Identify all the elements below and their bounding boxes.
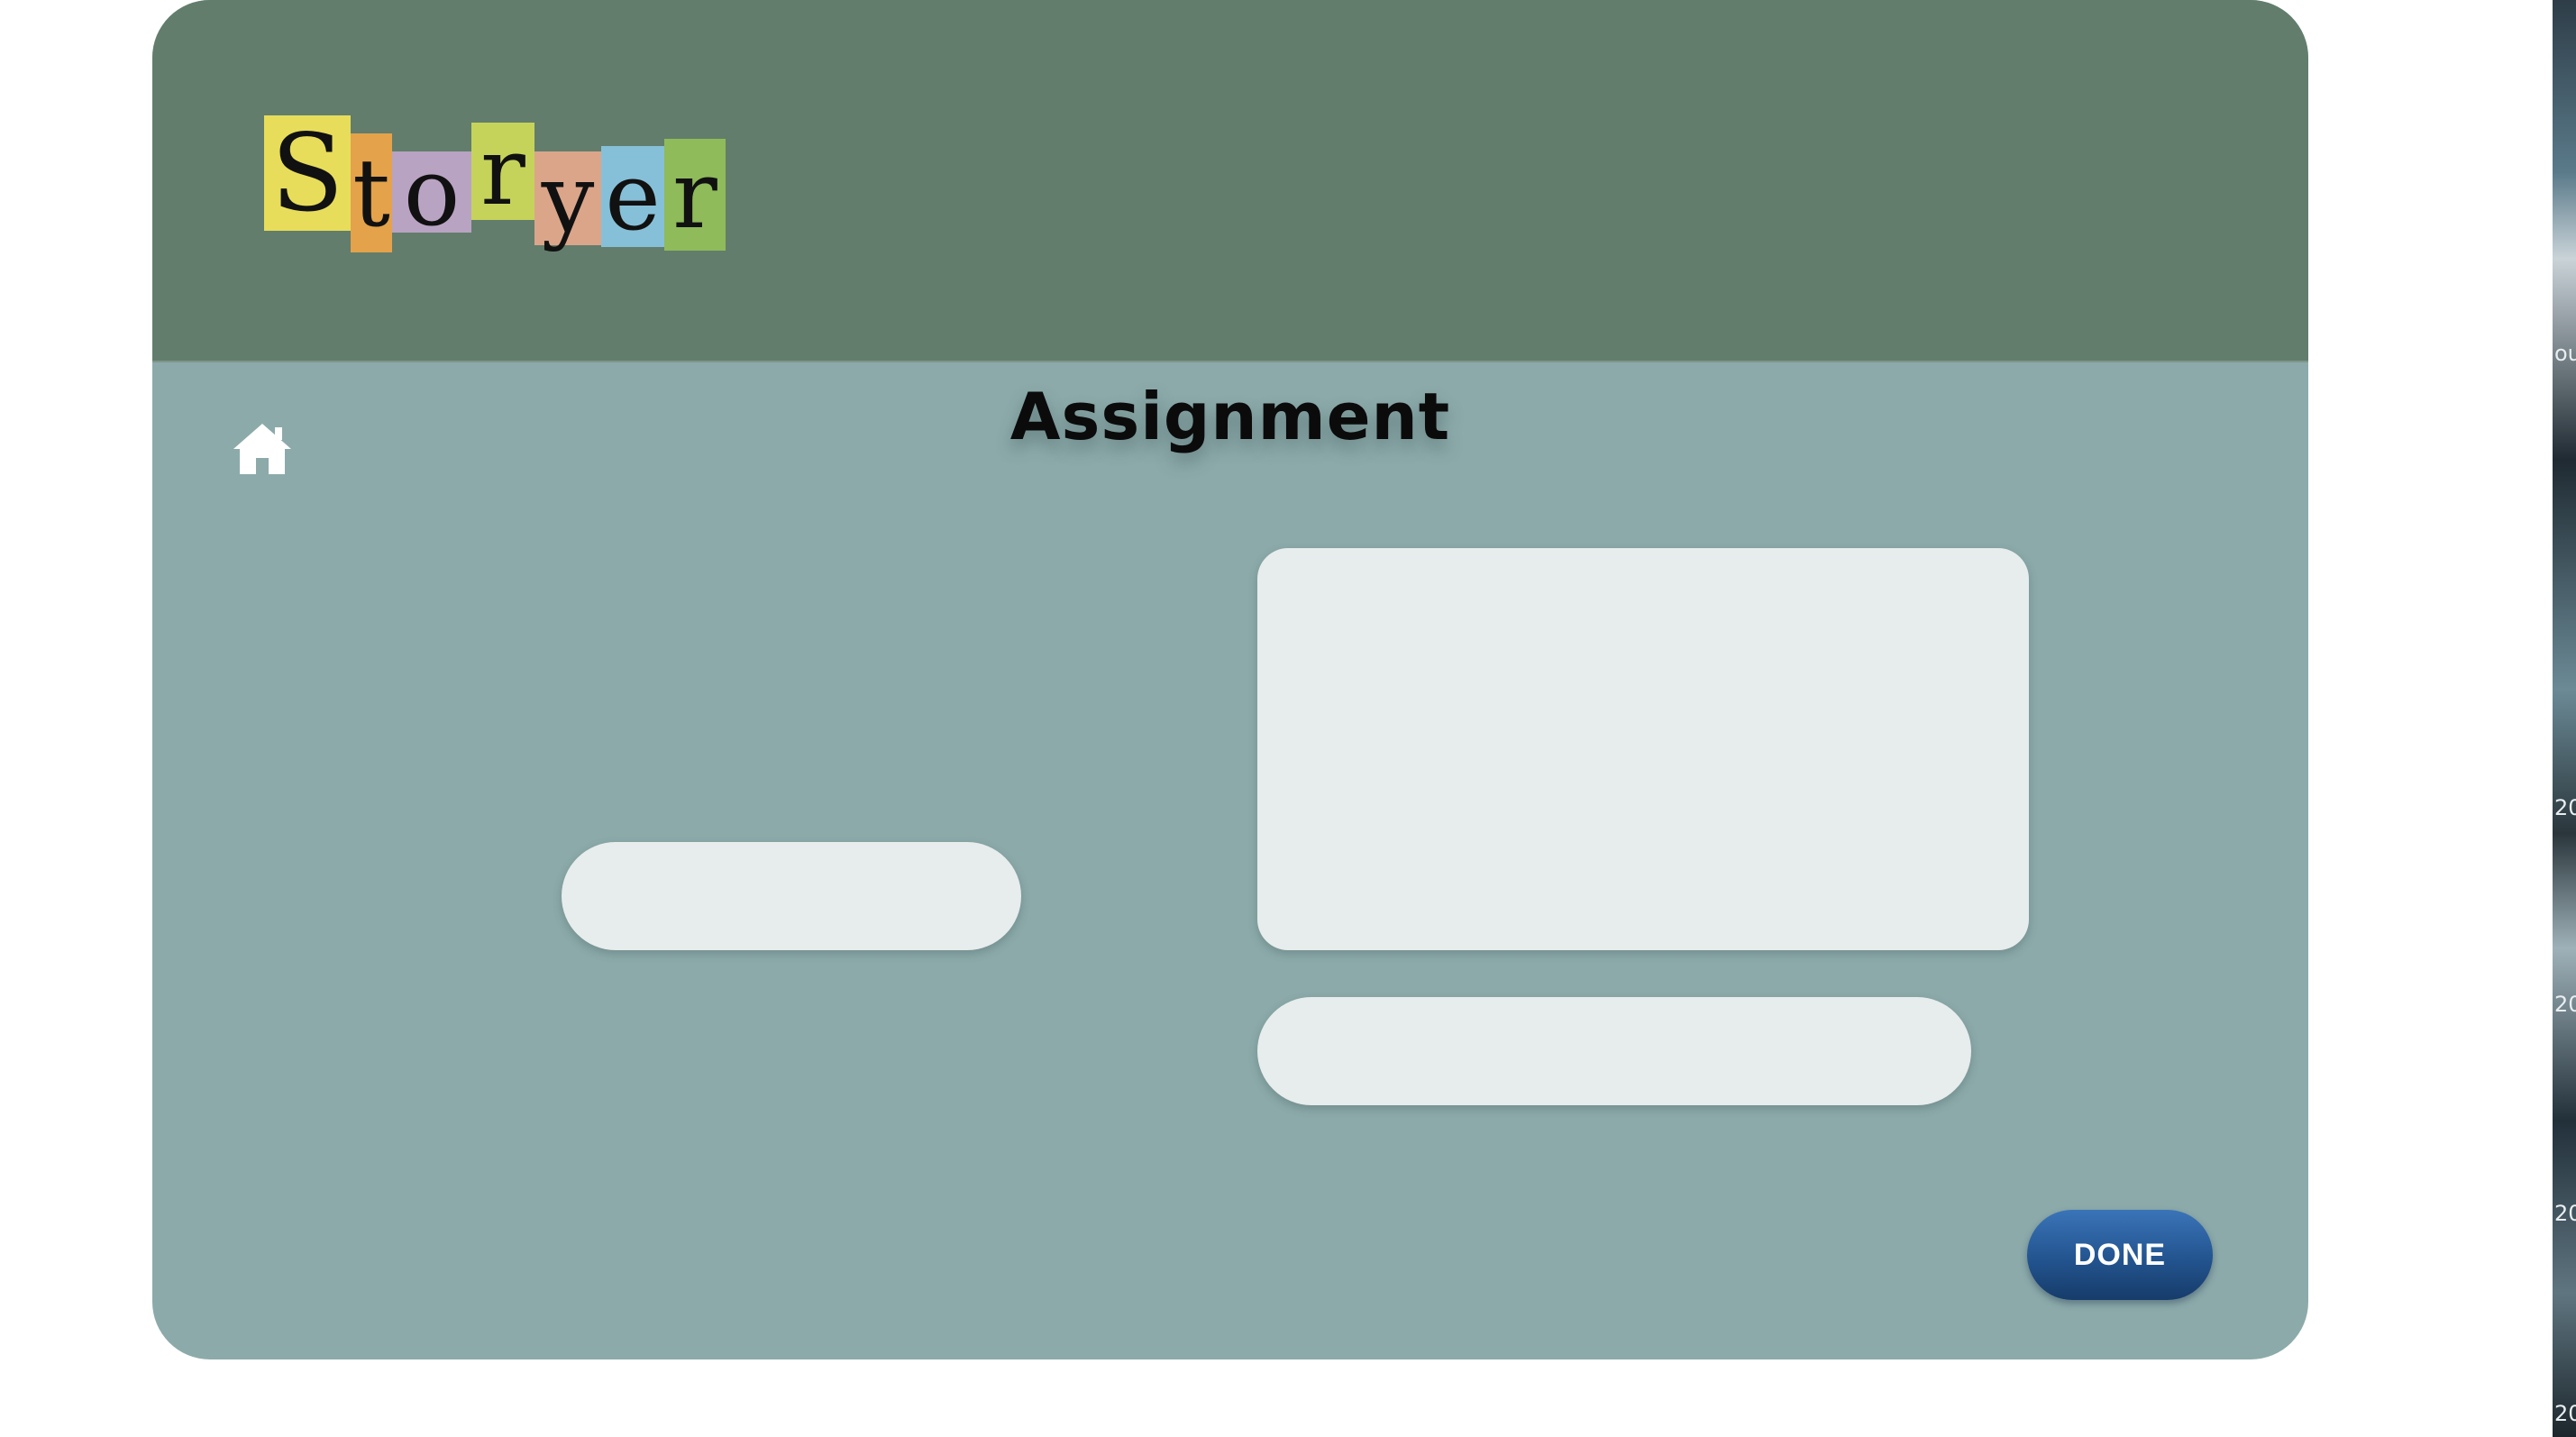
- assignment-input-left[interactable]: [562, 842, 1021, 950]
- app-header: S t o r y e r: [152, 0, 2308, 362]
- done-button[interactable]: DONE: [2027, 1210, 2213, 1300]
- logo-letter-tile: t: [351, 133, 392, 252]
- logo-letter-tile: S: [264, 111, 351, 235]
- page-title: Assignment: [1009, 379, 1451, 454]
- assignment-text-area[interactable]: [1257, 548, 2029, 950]
- logo-letter-tile: r: [471, 116, 534, 226]
- assignment-input-bottom[interactable]: [1257, 997, 1971, 1105]
- logo-letter-tile: o: [392, 137, 471, 247]
- desktop-edge-label: 20: [2554, 1401, 2576, 1426]
- logo-letter-tile: e: [601, 142, 664, 252]
- logo-letter-tile: y: [534, 143, 601, 253]
- desktop-edge-label: 20: [2554, 795, 2576, 820]
- storyer-logo: S t o r y e r: [264, 111, 733, 258]
- app-window: S t o r y e r Assignment DONE: [152, 0, 2308, 1359]
- desktop-edge-label: ou: [2554, 341, 2576, 366]
- desktop-background: ou 20 20 20 20: [2553, 0, 2576, 1437]
- desktop-edge-label: 20: [2554, 992, 2576, 1017]
- desktop-edge-label: 20: [2554, 1201, 2576, 1226]
- logo-letter-tile: r: [664, 139, 726, 251]
